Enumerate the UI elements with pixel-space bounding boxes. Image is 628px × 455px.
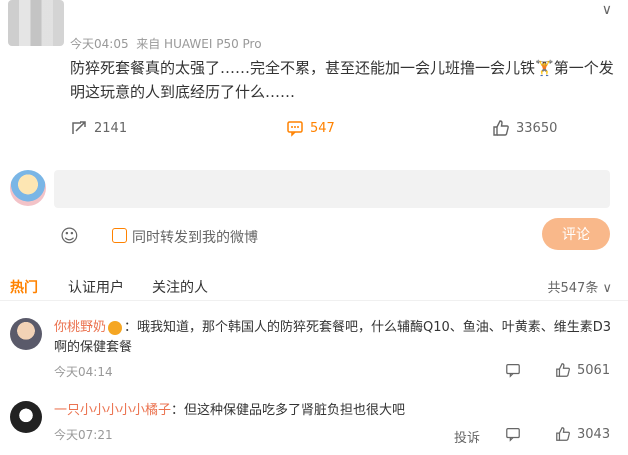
my-avatar[interactable] bbox=[10, 170, 46, 206]
thumbs-up-icon bbox=[556, 363, 570, 377]
repost-checkbox-label: 同时转发到我的微博 bbox=[132, 230, 258, 246]
emoji-icon: 🏋 bbox=[535, 59, 554, 77]
comment-like-button[interactable]: 5061 bbox=[555, 362, 610, 378]
comment-like-count: 3043 bbox=[577, 426, 611, 442]
emoji-picker-icon[interactable]: ☺ bbox=[60, 226, 80, 247]
reply-icon[interactable] bbox=[505, 362, 521, 382]
comment-like-button[interactable]: 3043 bbox=[555, 426, 610, 442]
comment-button[interactable]: 547 bbox=[286, 119, 335, 137]
comment-count: 547 bbox=[310, 120, 335, 136]
tab-following[interactable]: 关注的人 bbox=[152, 277, 208, 297]
total-count[interactable]: 共547条 ∨ bbox=[548, 277, 612, 296]
like-button[interactable]: 33650 bbox=[492, 119, 557, 137]
submit-comment-button[interactable]: 评论 bbox=[542, 218, 610, 250]
comment-time: 今天07:21 bbox=[54, 428, 113, 442]
comment-input[interactable] bbox=[54, 170, 610, 208]
like-count: 33650 bbox=[516, 120, 558, 136]
comment-body: 一只小小小小小橘子：但这种保健品吃多了肾脏负担也很大吧 bbox=[54, 403, 406, 418]
commenter-name[interactable]: 你桃野奶 bbox=[54, 320, 106, 335]
repost-icon bbox=[72, 121, 86, 134]
comment-like-count: 5061 bbox=[577, 362, 611, 378]
post-source: 来自 HUAWEI P50 Pro bbox=[136, 37, 262, 51]
repost-count: 2141 bbox=[94, 120, 128, 136]
repost-button[interactable]: 2141 bbox=[70, 119, 127, 137]
avatar[interactable] bbox=[10, 318, 42, 350]
report-link[interactable]: 投诉 bbox=[454, 427, 480, 446]
blurred-avatar-name bbox=[8, 0, 64, 46]
repost-checkbox[interactable] bbox=[112, 228, 127, 243]
post-time[interactable]: 今天04:05 bbox=[70, 37, 129, 51]
badge-icon bbox=[108, 320, 123, 335]
reply-icon[interactable] bbox=[505, 426, 521, 446]
thumbs-up-icon bbox=[493, 120, 509, 136]
comment-body: 你桃野奶 ：哦我知道，那个韩国人的防猝死套餐吧，什么辅酶Q10、鱼油、叶黄素、维生… bbox=[54, 320, 612, 355]
post-text: 防猝死套餐真的太强了……完全不累，甚至还能加一会儿班撸一会儿铁🏋第一个发明这玩意… bbox=[70, 59, 614, 101]
avatar[interactable] bbox=[10, 401, 42, 433]
commenter-name[interactable]: 一只小小小小小橘子 bbox=[54, 403, 171, 418]
divider bbox=[0, 300, 628, 301]
chevron-down-icon[interactable]: ∨ bbox=[602, 2, 612, 18]
comment-icon bbox=[287, 121, 303, 137]
tab-verified[interactable]: 认证用户 bbox=[68, 277, 124, 297]
comment-time: 今天04:14 bbox=[54, 365, 113, 379]
thumbs-up-icon bbox=[556, 427, 570, 441]
tab-hot[interactable]: 热门 bbox=[10, 277, 38, 297]
post-meta: 今天04:05 来自 HUAWEI P50 Pro bbox=[70, 35, 262, 52]
